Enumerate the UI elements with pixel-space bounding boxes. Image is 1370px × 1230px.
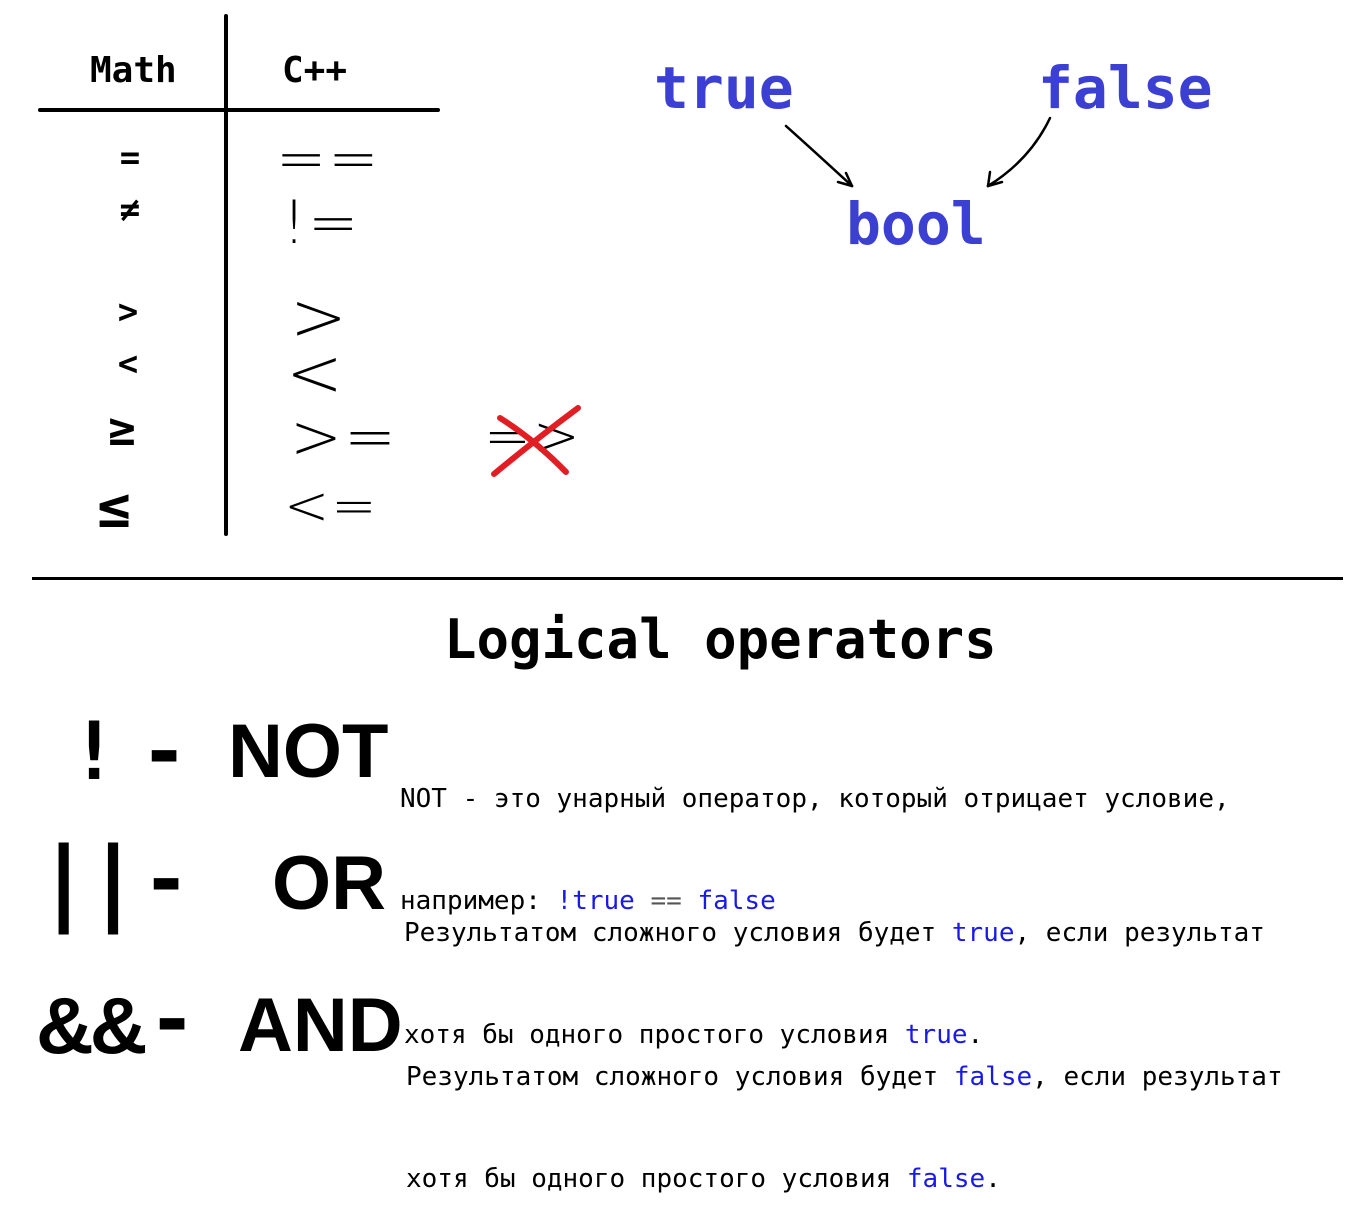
not-desc-line1: NOT - это унарный оператор, который отри… (400, 784, 1230, 814)
or-symbol: || (36, 828, 141, 935)
and-dash: - (148, 973, 197, 1066)
section-divider (32, 577, 1343, 580)
not-dash: - (140, 705, 189, 798)
and-desc-line1: Результатом сложного условия будет false… (406, 1060, 1283, 1094)
and-description: Результатом сложного условия будет false… (406, 992, 1283, 1230)
not-symbol: ! (70, 705, 119, 798)
and-symbol: && (36, 981, 148, 1070)
and-line2-prefix: хотя бы одного простого условия (406, 1164, 907, 1194)
or-dash: - (142, 833, 191, 926)
and-line1-prefix: Результатом сложного условия будет (406, 1062, 954, 1092)
and-line1-suffix: , если результат (1032, 1062, 1283, 1092)
label-true: true (654, 54, 794, 122)
and-line1-keyword: false (953, 1062, 1033, 1092)
red-cross-icon (491, 405, 581, 477)
logical-operators-title: Logical operators (444, 608, 997, 671)
label-false: false (1038, 54, 1213, 122)
and-line2-suffix: . (985, 1164, 1001, 1194)
label-bool: bool (846, 190, 986, 258)
or-line1-keyword: true (951, 918, 1015, 948)
or-line1-prefix: Результатом сложного условия будет (404, 918, 952, 948)
arrow-true-to-bool (784, 124, 854, 188)
and-desc-line2: хотя бы одного простого условия false. (406, 1162, 1283, 1196)
or-name: OR (272, 841, 386, 926)
or-line1-suffix: , если результат (1014, 918, 1265, 948)
and-name: AND (238, 983, 403, 1068)
arrow-false-to-bool (986, 116, 1052, 188)
or-desc-line1: Результатом сложного условия будет true,… (404, 916, 1265, 950)
not-name: NOT (228, 709, 389, 794)
and-line2-keyword: false (906, 1164, 986, 1194)
